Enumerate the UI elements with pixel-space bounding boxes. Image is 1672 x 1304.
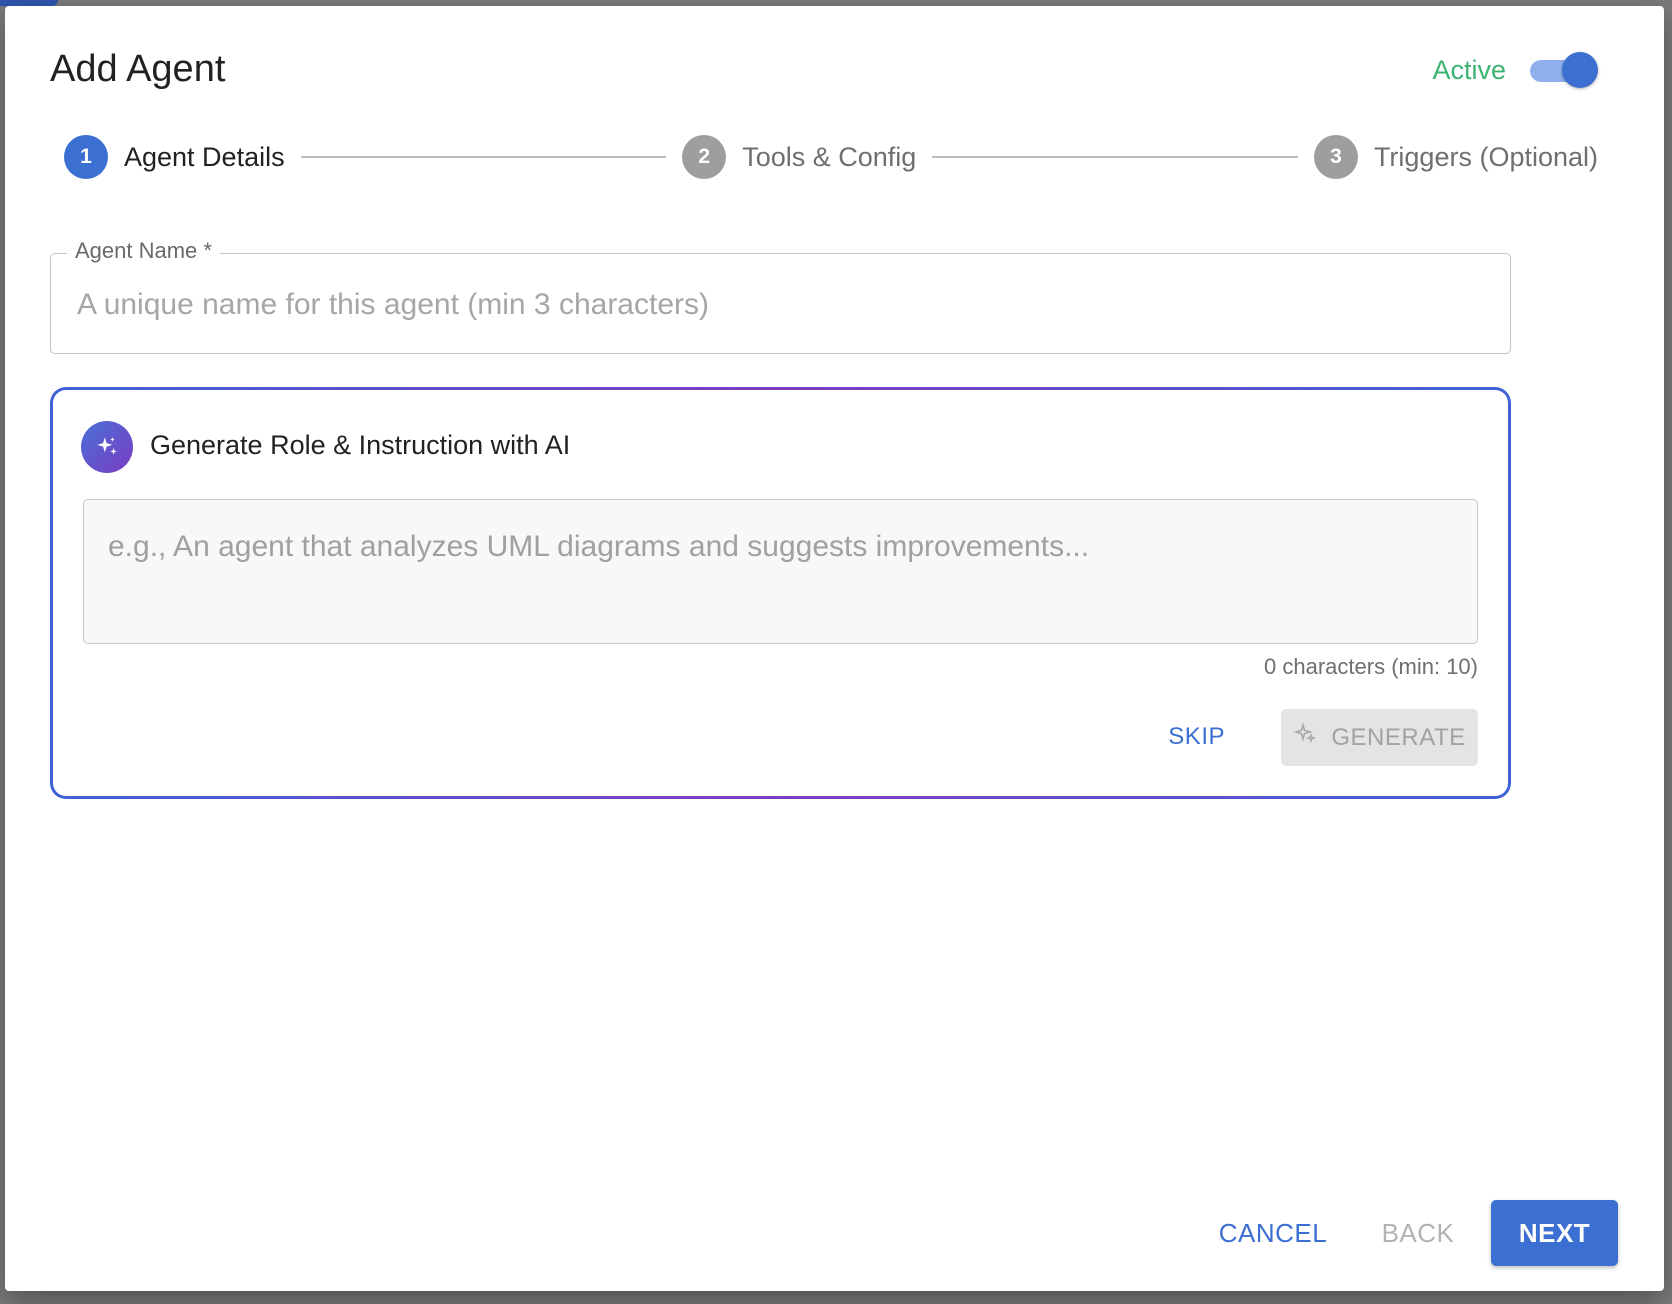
ai-card-title: Generate Role & Instruction with AI [150, 430, 571, 460]
agent-name-field: Agent Name * [50, 238, 1511, 354]
cancel-button[interactable]: CANCEL [1205, 1200, 1341, 1266]
stepper: 1 Agent Details 2 Tools & Config 3 Trigg… [64, 135, 1598, 179]
step-label-tools-config: Tools & Config [742, 141, 917, 172]
character-count: 0 characters (min: 10) [1264, 654, 1478, 679]
step-connector [932, 156, 1298, 158]
skip-button[interactable]: SKIP [1150, 709, 1243, 765]
generate-label: GENERATE [1331, 723, 1466, 751]
active-switch[interactable] [1528, 50, 1598, 90]
step-triggers[interactable]: 3 Triggers (Optional) [1313, 135, 1599, 179]
generate-button[interactable]: GENERATE [1281, 709, 1478, 766]
ai-card-body: Generate Role & Instruction with AI 0 ch… [53, 390, 1508, 796]
ai-generate-card: Generate Role & Instruction with AI 0 ch… [50, 387, 1511, 799]
ai-description-textarea[interactable] [83, 499, 1478, 644]
next-button[interactable]: NEXT [1491, 1200, 1618, 1266]
agent-name-input[interactable] [75, 274, 1486, 336]
sparkle-icon [1293, 722, 1317, 753]
step-agent-details[interactable]: 1 Agent Details [64, 135, 285, 179]
step-number-1: 1 [64, 135, 108, 179]
step-tools-config[interactable]: 2 Tools & Config [682, 135, 916, 179]
active-label: Active [1432, 54, 1506, 85]
active-toggle-group: Active [1432, 50, 1598, 90]
step-number-3: 3 [1313, 135, 1358, 179]
switch-thumb [1562, 52, 1598, 88]
step-label-agent-details: Agent Details [124, 141, 285, 172]
step-number-2: 2 [682, 135, 727, 179]
dialog-title: Add Agent [50, 48, 226, 90]
add-agent-dialog: Add Agent Active 1 Agent Details 2 Tools… [5, 6, 1664, 1291]
step-connector [300, 156, 667, 158]
back-button[interactable]: BACK [1363, 1200, 1473, 1266]
agent-name-label: Agent Name * [67, 238, 220, 264]
step-label-triggers: Triggers (Optional) [1373, 141, 1599, 172]
sparkle-icon [81, 421, 133, 473]
